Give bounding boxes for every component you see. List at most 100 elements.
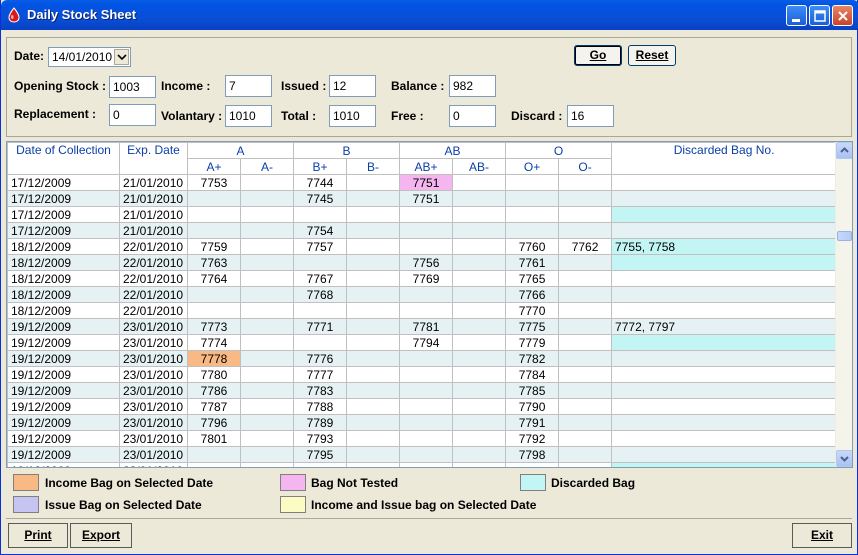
cell-exp-date[interactable]: 23/01/2010 <box>119 382 188 399</box>
cell-discarded-bags[interactable] <box>611 174 838 191</box>
cell-o-neg[interactable] <box>558 462 613 467</box>
cell-ab-pos[interactable] <box>399 398 454 415</box>
cell-discarded-bags[interactable] <box>611 286 838 303</box>
table-row[interactable]: 19/12/200923/01/2010 <box>7 462 838 467</box>
cell-o-neg[interactable] <box>558 286 613 303</box>
cell-a-neg[interactable] <box>239 462 295 467</box>
cell-ab-neg[interactable] <box>452 190 507 207</box>
cell-exp-date[interactable]: 23/01/2010 <box>119 366 188 383</box>
date-dropdown-button[interactable] <box>114 49 129 65</box>
cell-a-neg[interactable] <box>239 318 295 335</box>
opening-stock-field[interactable]: 1003 <box>109 76 156 98</box>
cell-o-pos[interactable] <box>505 462 560 467</box>
cell-discarded-bags[interactable]: 7755, 7758 <box>611 238 838 255</box>
cell-ab-pos[interactable]: 7751 <box>399 190 454 207</box>
cell-a-pos[interactable]: 7759 <box>187 238 241 255</box>
cell-b-pos[interactable] <box>293 206 348 223</box>
cell-discarded-bags[interactable] <box>611 254 838 271</box>
cell-a-pos[interactable] <box>187 462 241 467</box>
close-button[interactable] <box>832 5 853 26</box>
cell-ab-pos[interactable]: 7756 <box>399 254 454 271</box>
table-row[interactable]: 18/12/2009 22/01/2010 7763 7756 7761 <box>7 254 838 271</box>
table-row[interactable]: 19/12/2009 23/01/2010 7778 7776 7782 <box>7 350 838 367</box>
cell-collection-date[interactable]: 19/12/2009 <box>7 334 120 351</box>
voluntary-field[interactable]: 1010 <box>225 105 272 127</box>
cell-a-neg[interactable] <box>239 270 295 287</box>
cell-a-pos[interactable]: 7786 <box>187 382 241 399</box>
header-o-pos[interactable]: O+ <box>505 158 560 175</box>
cell-o-pos[interactable]: 7791 <box>505 414 560 431</box>
cell-ab-neg[interactable] <box>452 382 507 399</box>
cell-discarded-bags[interactable] <box>611 446 838 463</box>
cell-a-pos[interactable]: 7763 <box>187 254 241 271</box>
cell-o-pos[interactable] <box>505 190 560 207</box>
scroll-thumb[interactable] <box>837 231 852 241</box>
cell-exp-date[interactable]: 21/01/2010 <box>119 174 188 191</box>
cell-b-pos[interactable]: 7745 <box>293 190 348 207</box>
cell-collection-date[interactable]: 19/12/2009 <box>7 446 120 463</box>
cell-b-neg[interactable] <box>346 398 401 415</box>
table-row[interactable]: 17/12/2009 21/01/2010 7754 <box>7 222 838 239</box>
table-row[interactable]: 18/12/2009 22/01/2010 7764 7767 7769 7765 <box>7 270 838 287</box>
header-discarded-bag-no[interactable]: Discarded Bag No. <box>611 142 838 175</box>
cell-b-pos[interactable]: 7767 <box>293 270 348 287</box>
cell-o-pos[interactable]: 7792 <box>505 430 560 447</box>
cell-ab-pos[interactable] <box>399 382 454 399</box>
header-b-pos[interactable]: B+ <box>293 158 348 175</box>
cell-collection-date[interactable]: 19/12/2009 <box>7 398 120 415</box>
cell-b-pos[interactable]: 7783 <box>293 382 348 399</box>
cell-o-pos[interactable]: 7784 <box>505 366 560 383</box>
cell-a-neg[interactable] <box>239 174 295 191</box>
cell-b-pos[interactable] <box>293 254 348 271</box>
cell-b-pos[interactable]: 7795 <box>293 446 348 463</box>
scroll-up-button[interactable] <box>836 142 852 159</box>
cell-o-pos[interactable]: 7770 <box>505 302 560 319</box>
cell-a-neg[interactable] <box>239 446 295 463</box>
cell-collection-date[interactable]: 17/12/2009 <box>7 190 120 207</box>
cell-ab-pos[interactable] <box>399 366 454 383</box>
table-row[interactable]: 19/12/2009 23/01/2010 7786 7783 7785 <box>7 382 838 399</box>
cell-a-pos[interactable]: 7787 <box>187 398 241 415</box>
table-row[interactable]: 18/12/2009 22/01/2010 7770 <box>7 302 838 319</box>
cell-collection-date[interactable]: 18/12/2009 <box>7 270 120 287</box>
cell-a-neg[interactable] <box>239 286 295 303</box>
cell-o-neg[interactable] <box>558 174 613 191</box>
header-b-neg[interactable]: B- <box>346 158 401 175</box>
cell-exp-date[interactable]: 23/01/2010 <box>119 350 188 367</box>
free-field[interactable]: 0 <box>449 105 496 127</box>
cell-a-pos[interactable] <box>187 302 241 319</box>
cell-discarded-bags[interactable] <box>611 382 838 399</box>
cell-discarded-bags[interactable] <box>611 414 838 431</box>
header-a-neg[interactable]: A- <box>239 158 295 175</box>
cell-discarded-bags[interactable] <box>611 430 838 447</box>
cell-o-pos[interactable]: 7760 <box>505 238 560 255</box>
cell-b-neg[interactable] <box>346 254 401 271</box>
cell-collection-date[interactable]: 17/12/2009 <box>7 206 120 223</box>
cell-a-pos[interactable]: 7778 <box>187 350 241 367</box>
table-row[interactable]: 19/12/2009 23/01/2010 7787 7788 7790 <box>7 398 838 415</box>
table-row[interactable]: 19/12/2009 23/01/2010 7774 7794 7779 <box>7 334 838 351</box>
table-row[interactable]: 18/12/2009 22/01/2010 7768 7766 <box>7 286 838 303</box>
cell-b-pos[interactable]: 7777 <box>293 366 348 383</box>
date-picker[interactable]: 14/01/2010 <box>48 47 131 67</box>
cell-discarded-bags[interactable] <box>611 222 838 239</box>
go-button[interactable]: Go <box>574 45 622 66</box>
cell-discarded-bags[interactable] <box>611 334 838 351</box>
cell-ab-neg[interactable] <box>452 174 507 191</box>
cell-a-neg[interactable] <box>239 398 295 415</box>
cell-ab-neg[interactable] <box>452 318 507 335</box>
cell-o-pos[interactable]: 7782 <box>505 350 560 367</box>
cell-ab-pos[interactable]: 7769 <box>399 270 454 287</box>
cell-b-neg[interactable] <box>346 302 401 319</box>
cell-ab-pos[interactable] <box>399 350 454 367</box>
cell-collection-date[interactable]: 18/12/2009 <box>7 286 120 303</box>
header-ab-pos[interactable]: AB+ <box>399 158 454 175</box>
cell-ab-pos[interactable] <box>399 414 454 431</box>
cell-ab-pos[interactable] <box>399 238 454 255</box>
cell-ab-neg[interactable] <box>452 334 507 351</box>
reset-button[interactable]: Reset <box>628 45 676 66</box>
cell-o-pos[interactable] <box>505 222 560 239</box>
cell-o-neg[interactable] <box>558 350 613 367</box>
table-row[interactable]: 19/12/2009 23/01/2010 7801 7793 7792 <box>7 430 838 447</box>
cell-exp-date[interactable]: 22/01/2010 <box>119 238 188 255</box>
